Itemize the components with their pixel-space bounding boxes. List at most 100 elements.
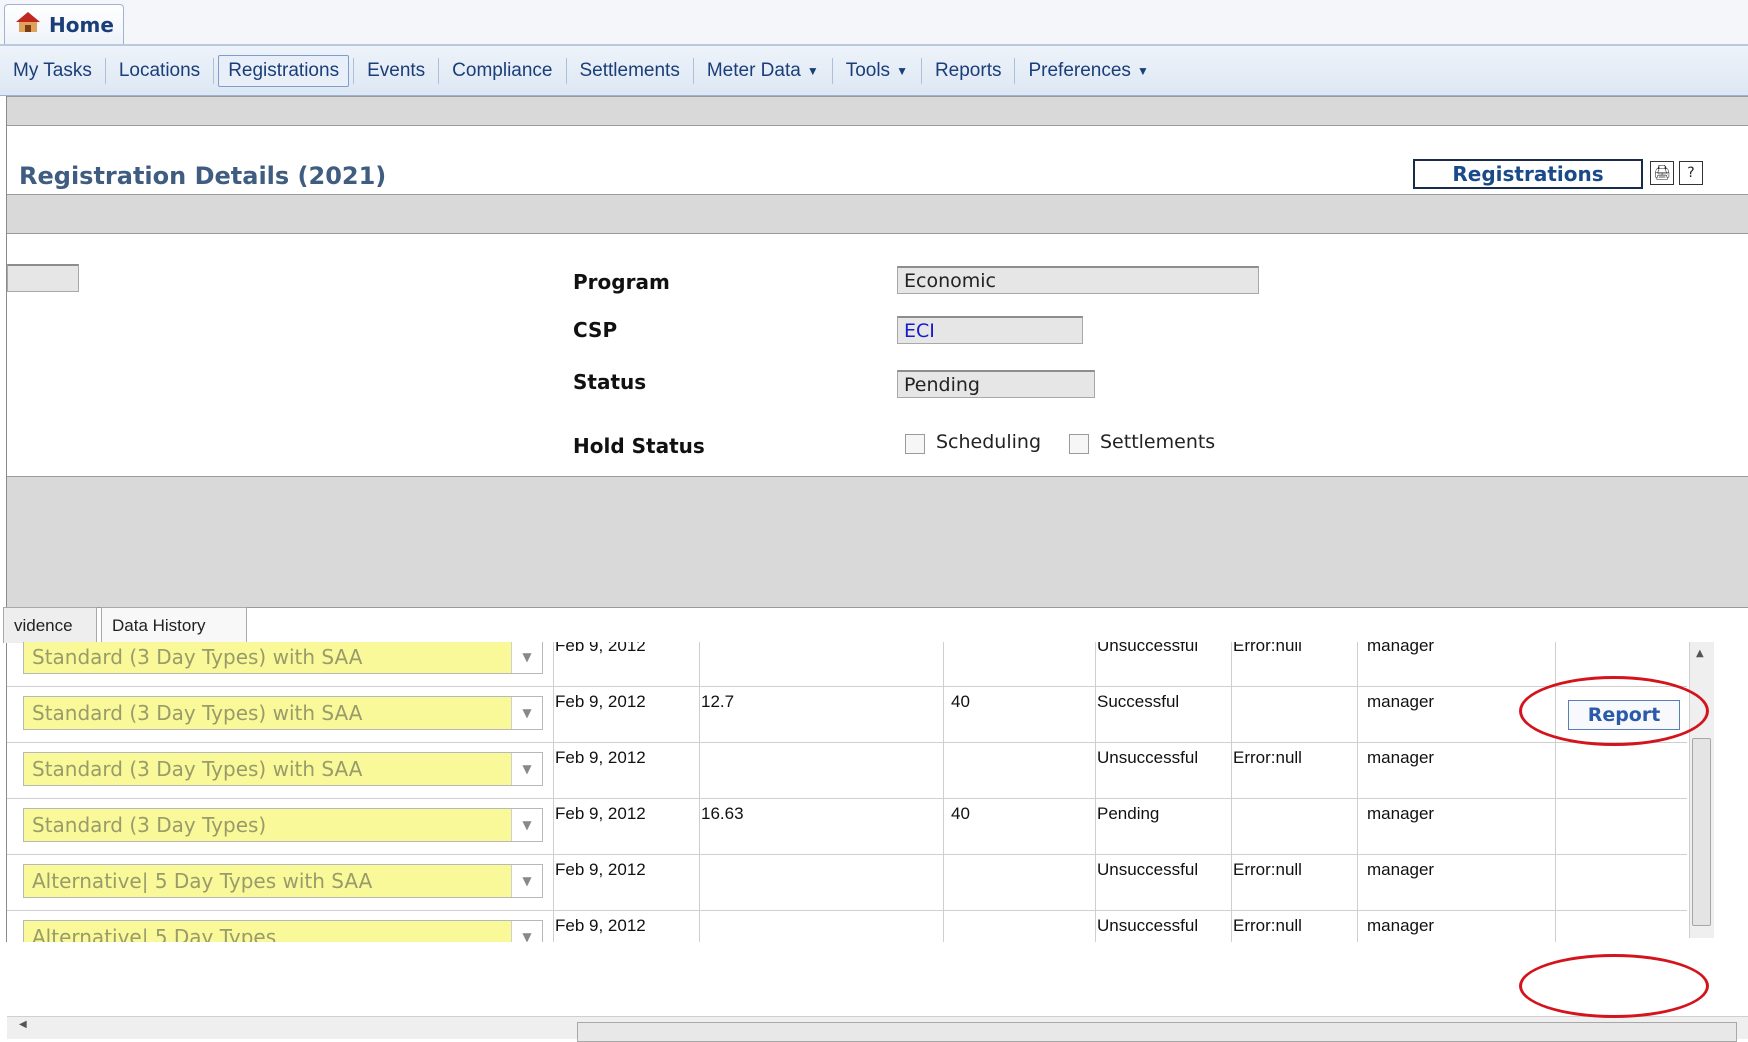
status-label: Status <box>573 370 647 394</box>
baseline-select[interactable]: Standard (3 Day Types) ▼ <box>23 808 543 842</box>
horizontal-scroll-thumb[interactable] <box>577 1022 1737 1042</box>
menu-item-label: Locations <box>118 59 201 81</box>
cell-error: Error:null <box>1233 748 1302 767</box>
menu-item-label: Reports <box>934 59 1002 81</box>
cell-error: Error:null <box>1233 860 1302 879</box>
menu-separator <box>831 57 833 84</box>
vertical-scroll-thumb[interactable] <box>1692 738 1711 926</box>
menu-item-label: Events <box>367 59 426 81</box>
baseline-select-value: Standard (3 Day Types) with SAA <box>32 645 363 669</box>
menu-item-my-tasks[interactable]: My Tasks <box>4 56 101 86</box>
cell-date: Feb 9, 2012 <box>555 804 646 823</box>
chevron-down-icon[interactable]: ▼ <box>511 642 542 673</box>
home-tab[interactable]: Home <box>4 4 124 44</box>
table-row: Standard (3 Day Types) with SAA ▼ Feb 9, 2… <box>7 686 1687 743</box>
cell-result: Unsuccessful <box>1097 860 1199 879</box>
cell-result: Successful <box>1097 692 1180 711</box>
print-icon[interactable]: 🖨 <box>1650 161 1674 185</box>
menu-item-tools[interactable]: Tools ▼ <box>837 56 917 86</box>
header-band <box>7 96 1748 126</box>
status-field: Pending <box>897 370 1095 398</box>
chevron-down-icon[interactable]: ▼ <box>511 809 542 841</box>
main-menu-bar: My Tasks Locations Registrations Events Comp… <box>0 46 1748 96</box>
tabs-band <box>7 476 1748 608</box>
chevron-down-icon[interactable]: ▼ <box>511 865 542 897</box>
menu-separator <box>692 57 694 84</box>
help-icon[interactable]: ? <box>1679 161 1703 185</box>
baseline-select-value: Standard (3 Day Types) with SAA <box>32 757 363 781</box>
baseline-select[interactable]: Standard (3 Day Types) with SAA ▼ <box>23 752 543 786</box>
dropdown-caret-icon: ▼ <box>806 63 819 78</box>
menu-item-reports[interactable]: Reports <box>926 56 1011 86</box>
cell-count: 40 <box>951 804 970 823</box>
baseline-select[interactable]: Alternative| 5 Day Types with SAA ▼ <box>23 864 543 898</box>
tab-evidence[interactable]: vidence <box>3 607 97 643</box>
cell-user: manager <box>1367 860 1435 879</box>
cell-result: Unsuccessful <box>1097 642 1199 655</box>
left-partial-field <box>7 264 79 292</box>
baseline-select-value: Standard (3 Day Types) <box>32 813 267 837</box>
cell-error: Error:null <box>1233 642 1302 655</box>
dropdown-caret-icon: ▼ <box>1136 63 1149 78</box>
cell-user: manager <box>1367 804 1435 823</box>
table-row: Standard (3 Day Types) with SAA ▼ Feb 9, 2… <box>7 642 1687 687</box>
cell-error: Error:null <box>1233 916 1302 935</box>
menu-item-preferences[interactable]: Preferences ▼ <box>1019 56 1157 86</box>
menu-separator <box>438 57 440 84</box>
menu-item-registrations[interactable]: Registrations <box>218 54 350 87</box>
data-history-grid: Standard (3 Day Types) with SAA ▼ Feb 9, 2… <box>7 642 1687 942</box>
chevron-down-icon[interactable]: ▼ <box>511 921 542 942</box>
cell-date: Feb 9, 2012 <box>555 642 646 655</box>
table-row: Alternative| 5 Day Types with SAA ▼ Feb 9,… <box>7 854 1687 911</box>
table-row: Standard (3 Day Types) with SAA ▼ Feb 9, 2… <box>7 742 1687 799</box>
scroll-up-icon[interactable]: ▲ <box>1696 648 1704 659</box>
baseline-select-value: Alternative| 5 Day Types <box>32 925 277 942</box>
baseline-select[interactable]: Standard (3 Day Types) with SAA ▼ <box>23 696 543 730</box>
cell-count: 40 <box>951 692 970 711</box>
menu-item-label: Meter Data <box>706 59 801 81</box>
report-highlight-ellipse <box>1519 676 1709 746</box>
tab-data-history[interactable]: Data History <box>101 607 247 643</box>
cell-value: 16.63 <box>701 804 744 823</box>
menu-item-label: Tools <box>845 59 891 81</box>
menu-separator <box>920 57 922 84</box>
table-row: Alternative| 5 Day Types ▼ Feb 9, 2012 Unsu… <box>7 910 1687 942</box>
top-tab-strip: Home <box>0 0 1748 46</box>
menu-item-locations[interactable]: Locations <box>110 56 209 86</box>
menu-separator <box>565 57 567 84</box>
registrations-button[interactable]: Registrations <box>1413 159 1643 189</box>
menu-item-settlements[interactable]: Settlements <box>571 56 689 86</box>
menu-item-label: My Tasks <box>13 59 92 81</box>
vertical-scrollbar[interactable]: ▲ <box>1689 642 1714 938</box>
scheduling-checkbox[interactable] <box>905 434 925 454</box>
menu-separator <box>1014 57 1016 84</box>
scroll-left-icon[interactable]: ◀ <box>19 1019 27 1030</box>
section-band <box>7 194 1748 234</box>
chevron-down-icon[interactable]: ▼ <box>511 753 542 785</box>
baseline-select-value: Standard (3 Day Types) with SAA <box>32 701 363 725</box>
settlements-label: Settlements <box>1100 431 1216 453</box>
menu-item-meter-data[interactable]: Meter Data ▼ <box>698 56 828 86</box>
menu-separator <box>353 57 355 84</box>
baseline-select[interactable]: Standard (3 Day Types) with SAA ▼ <box>23 642 543 674</box>
cell-result: Unsuccessful <box>1097 916 1199 935</box>
home-icon <box>15 11 41 38</box>
menu-item-events[interactable]: Events <box>358 56 434 86</box>
registration-details-panel: Registration Details (2021) Registration… <box>3 96 1748 1042</box>
cell-result: Unsuccessful <box>1097 748 1199 767</box>
cell-user: manager <box>1367 692 1435 711</box>
csp-field[interactable]: ECI <box>897 316 1083 344</box>
program-field: Economic <box>897 266 1259 294</box>
chevron-down-icon[interactable]: ▼ <box>511 697 542 729</box>
cell-date: Feb 9, 2012 <box>555 916 646 935</box>
horizontal-scrollbar[interactable]: ◀ <box>7 1016 1748 1042</box>
hold-status-label: Hold Status <box>573 434 705 458</box>
settlements-checkbox[interactable] <box>1069 434 1089 454</box>
report-highlight-ellipse <box>1519 954 1709 1018</box>
menu-item-compliance[interactable]: Compliance <box>443 56 561 86</box>
baseline-select[interactable]: Alternative| 5 Day Types ▼ <box>23 920 543 942</box>
cell-user: manager <box>1367 748 1435 767</box>
program-label: Program <box>573 270 670 294</box>
cell-date: Feb 9, 2012 <box>555 748 646 767</box>
menu-item-label: Compliance <box>452 59 553 81</box>
